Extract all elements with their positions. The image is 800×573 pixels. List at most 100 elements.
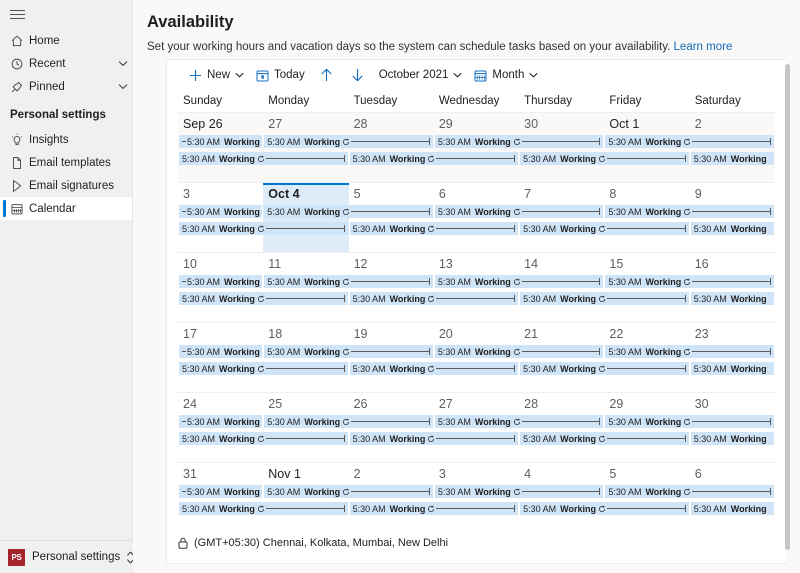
availability-event[interactable]: 5:30 AM Working (349, 432, 519, 445)
view-selector[interactable]: Month (468, 62, 544, 88)
sidebar: Home Recent Pinned Personal settings Insig… (0, 0, 134, 573)
calendar-toolbar: New Today October 2021 Month (167, 60, 786, 90)
availability-event[interactable]: 5:30 AM Working (179, 345, 263, 358)
sidebar-item-recent[interactable]: Recent (0, 52, 132, 75)
availability-card: New Today October 2021 Month Sunday Mond… (166, 59, 786, 564)
availability-event[interactable]: 5:30 AM Working (520, 362, 689, 375)
scrollbar-thumb[interactable] (785, 64, 790, 550)
sidebar-item-label: Calendar (29, 202, 76, 215)
availability-event[interactable]: 5:30 AM Working (690, 292, 774, 305)
event-duration-line (265, 158, 344, 159)
event-title: Working (560, 223, 597, 234)
event-time: 5:30 AM (267, 346, 301, 357)
availability-event[interactable]: 5:30 AM Working (434, 345, 604, 358)
availability-event[interactable]: 5:30 AM Working (434, 415, 604, 428)
availability-event[interactable]: 5:30 AM Working (349, 292, 519, 305)
calendar-week-row: 3 Oct 4 5 6 7 8 9 5:30 AM Working 5:30 AM Working 5… (178, 182, 775, 252)
availability-event[interactable]: 5:30 AM Working (179, 222, 348, 235)
page-title: Availability (147, 13, 234, 31)
day-number: 15 (609, 257, 624, 271)
recurrence-icon (513, 138, 521, 146)
availability-event[interactable]: 5:30 AM Working (520, 502, 689, 515)
availability-event[interactable]: 5:30 AM Working (179, 205, 263, 218)
availability-event[interactable]: 5:30 AM Working (179, 152, 348, 165)
availability-event[interactable]: 5:30 AM Working (605, 205, 774, 218)
availability-event[interactable]: 5:30 AM Working (179, 275, 263, 288)
event-time: 5:30 AM (523, 433, 557, 444)
availability-event[interactable]: 5:30 AM Working (349, 152, 519, 165)
availability-event[interactable]: 5:30 AM Working (605, 135, 774, 148)
sidebar-item-pinned[interactable]: Pinned (0, 75, 132, 98)
event-end-cap (343, 225, 345, 232)
availability-event[interactable]: 5:30 AM Working (179, 362, 348, 375)
previous-period-button[interactable] (311, 62, 342, 88)
sidebar-item-email-templates[interactable]: Email templates (0, 151, 132, 174)
availability-event[interactable]: 5:30 AM Working (520, 152, 689, 165)
sidebar-item-email-signatures[interactable]: Email signatures (0, 174, 132, 197)
availability-event[interactable]: 5:30 AM Working (605, 485, 774, 498)
availability-event[interactable]: 5:30 AM Working (690, 362, 774, 375)
availability-event[interactable]: 5:30 AM Working (264, 485, 433, 498)
event-title: Working (304, 206, 341, 217)
event-time: 5:30 AM (608, 206, 642, 217)
availability-event[interactable]: 5:30 AM Working (520, 222, 689, 235)
sidebar-item-home[interactable]: Home (0, 29, 132, 52)
event-layer: 5:30 AM Working 5:30 AM Working 5:30 AM Worki… (178, 135, 775, 179)
availability-event[interactable]: 5:30 AM Working (520, 432, 689, 445)
new-button[interactable]: New (183, 62, 250, 88)
event-end-cap (428, 488, 430, 495)
availability-event[interactable]: 5:30 AM Working (434, 205, 604, 218)
sidebar-item-calendar[interactable]: Calendar (0, 197, 132, 220)
availability-event[interactable]: 5:30 AM Working (605, 415, 774, 428)
availability-event[interactable]: 5:30 AM Working (179, 415, 263, 428)
event-end-cap (514, 505, 516, 512)
sidebar-item-insights[interactable]: Insights (0, 128, 132, 151)
availability-event[interactable]: 5:30 AM Working (179, 502, 348, 515)
learn-more-link[interactable]: Learn more (674, 41, 733, 53)
event-end-cap (599, 208, 601, 215)
chevron-down-icon[interactable] (114, 83, 132, 90)
recurrence-icon (257, 365, 265, 373)
availability-event[interactable]: 5:30 AM Working (690, 502, 774, 515)
next-period-button[interactable] (342, 62, 373, 88)
availability-event[interactable]: 5:30 AM Working (179, 485, 263, 498)
event-time: 5:30 AM (523, 363, 557, 374)
event-duration-line (521, 211, 600, 212)
availability-event[interactable]: 5:30 AM Working (264, 345, 433, 358)
availability-event[interactable]: 5:30 AM Working (434, 135, 604, 148)
event-duration-line (692, 281, 770, 282)
availability-event[interactable]: 5:30 AM Working (349, 362, 519, 375)
availability-event[interactable]: 5:30 AM Working (264, 415, 433, 428)
event-end-cap (684, 295, 686, 302)
vertical-scrollbar[interactable] (784, 62, 791, 562)
today-button[interactable]: Today (250, 62, 311, 88)
global-nav-button[interactable] (0, 0, 133, 29)
period-selector[interactable]: October 2021 (373, 62, 469, 88)
availability-event[interactable]: 5:30 AM Working (179, 432, 348, 445)
availability-event[interactable]: 5:30 AM Working (434, 485, 604, 498)
availability-event[interactable]: 5:30 AM Working (605, 345, 774, 358)
availability-event[interactable]: 5:30 AM Working (179, 135, 263, 148)
availability-event[interactable]: 5:30 AM Working (349, 502, 519, 515)
event-title: Working (219, 503, 255, 514)
availability-event[interactable]: 5:30 AM Working (690, 432, 774, 445)
availability-event[interactable]: 5:30 AM Working (520, 292, 689, 305)
availability-event[interactable]: 5:30 AM Working (264, 275, 433, 288)
account-switcher[interactable]: PS Personal settings (0, 540, 134, 573)
event-time: 5:30 AM (693, 293, 727, 304)
chevron-down-icon[interactable] (114, 60, 132, 67)
day-number: 6 (438, 187, 446, 201)
availability-event[interactable]: 5:30 AM Working (179, 292, 348, 305)
availability-event[interactable]: 5:30 AM Working (690, 222, 774, 235)
event-time: 5:30 AM (437, 486, 471, 497)
availability-event[interactable]: 5:30 AM Working (690, 152, 774, 165)
availability-event[interactable]: 5:30 AM Working (349, 222, 519, 235)
continuation-marker (182, 421, 186, 422)
availability-event[interactable]: 5:30 AM Working (264, 205, 433, 218)
availability-event[interactable]: 5:30 AM Working (434, 275, 604, 288)
availability-event[interactable]: 5:30 AM Working (605, 275, 774, 288)
day-header-wednesday: Wednesday (438, 95, 500, 107)
availability-event[interactable]: 5:30 AM Working (264, 135, 433, 148)
calendar-week-row: 24 25 26 27 28 29 30 5:30 AM Working 5:30 AM Worki… (178, 392, 775, 462)
day-number: 29 (438, 117, 453, 131)
